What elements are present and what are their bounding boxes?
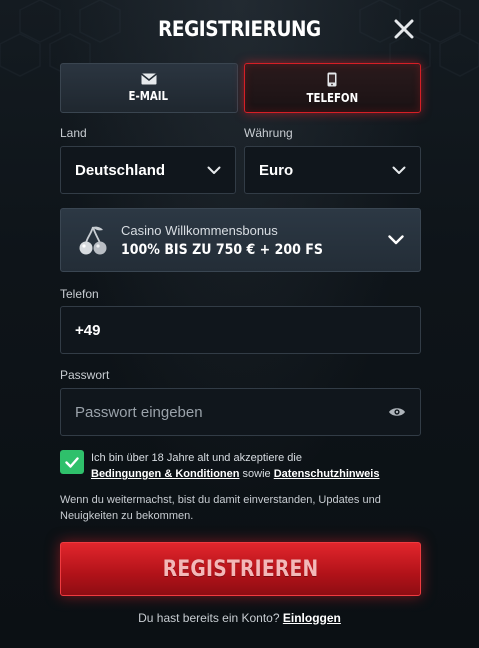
chevron-down-icon [388, 235, 404, 245]
password-placeholder: Passwort eingeben [75, 403, 203, 421]
currency-label: Währung [244, 126, 293, 140]
cherries-icon [79, 226, 107, 255]
consent-joiner: sowie [242, 468, 271, 480]
welcome-bonus-select[interactable]: Casino Willkommensbonus 100% BIS ZU 750 … [60, 208, 421, 272]
login-link[interactable]: Einloggen [283, 611, 341, 625]
bonus-text: Casino Willkommensbonus 100% BIS ZU 750 … [121, 223, 388, 258]
consent-text: Ich bin über 18 Jahre alt und akzeptiere… [91, 450, 411, 482]
close-icon [394, 19, 414, 39]
eye-icon[interactable] [388, 406, 406, 418]
tab-email-label: E-MAIL [128, 89, 169, 103]
register-button-label: REGISTRIEREN [162, 556, 319, 582]
currency-value: Euro [259, 161, 294, 179]
page-title: REGISTRIERUNG [158, 17, 321, 41]
tab-phone-label: TELEFON [306, 90, 359, 105]
consent-text-intro: Ich bin über 18 Jahre alt und akzeptiere… [91, 452, 302, 464]
phone-input[interactable]: +49 [60, 306, 421, 354]
country-value: Deutschland [75, 161, 166, 179]
close-button[interactable] [391, 16, 417, 42]
password-input[interactable]: Passwort eingeben [60, 388, 421, 436]
marketing-notice: Wenn du weitermachst, bist du damit einv… [60, 494, 381, 522]
header: REGISTRIERUNG [0, 0, 479, 58]
tab-phone[interactable]: TELEFON [243, 63, 421, 113]
country-label: Land [60, 126, 87, 140]
currency-select[interactable]: Euro [244, 146, 421, 194]
consent-checkbox[interactable] [60, 450, 84, 474]
bonus-subtitle: Casino Willkommensbonus [121, 222, 278, 238]
chevron-down-icon [207, 166, 221, 174]
registration-method-tabs: E-MAIL TELEFON [60, 63, 421, 113]
password-label: Passwort [60, 368, 110, 382]
login-question: Du hast bereits ein Konto? [138, 611, 280, 625]
privacy-link[interactable]: Datenschutzhinweis [274, 468, 380, 480]
login-prompt: Du hast bereits ein Konto? Einloggen [0, 611, 479, 625]
phone-label: Telefon [60, 287, 99, 301]
terms-link[interactable]: Bedingungen & Konditionen [91, 468, 239, 480]
country-select[interactable]: Deutschland [60, 146, 236, 194]
phone-value: +49 [75, 321, 101, 339]
phone-icon [327, 72, 337, 86]
envelope-icon [140, 73, 157, 85]
chevron-down-icon [392, 166, 406, 174]
bonus-title: 100% BIS ZU 750 € + 200 FS [121, 241, 323, 258]
checkmark-icon [65, 456, 79, 468]
register-button[interactable]: REGISTRIEREN [60, 542, 421, 596]
tab-email[interactable]: E-MAIL [60, 63, 238, 113]
